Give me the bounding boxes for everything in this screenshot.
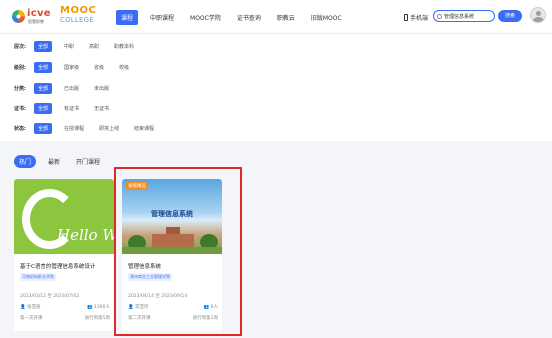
nav-item-old-mooc[interactable]: 旧版MOOC (307, 10, 346, 25)
avatar-body-icon (533, 17, 544, 22)
filter-option[interactable]: 有证书 (61, 103, 82, 114)
filter-row-level: 层次: 全部 中职 高职 职教本科 (14, 41, 146, 52)
filter-option[interactable]: 省级 (91, 62, 107, 73)
filter-panel: 层次: 全部 中职 高职 职教本科 级别: 全部 国家级 省级 校级 分类: 全… (0, 33, 552, 141)
filter-option[interactable]: 中职 (61, 41, 77, 52)
filter-option[interactable]: 全部 (34, 123, 53, 134)
mobile-link[interactable]: 手机端 (404, 13, 428, 22)
filter-label: 分类: (14, 86, 26, 92)
school-tag: 河南机电职业学院 (20, 273, 56, 281)
filter-label: 级别: (14, 65, 26, 71)
user-avatar[interactable] (530, 7, 546, 23)
filter-row-status: 状态: 全部 在授课程 即将上线 结束课程 (14, 123, 166, 134)
nav-item-certificate-query[interactable]: 证书查询 (233, 10, 265, 25)
nav-item-secondary-courses[interactable]: 中职课程 (146, 10, 178, 25)
filter-label: 证书: (14, 106, 26, 112)
filter-row-category: 分类: 全部 已出版 未出版 (14, 83, 121, 94)
nav-item-courses[interactable]: 课程 (116, 10, 139, 25)
filter-option[interactable]: 全部 (34, 62, 53, 73)
search-box (433, 10, 495, 22)
filter-option[interactable]: 在授课程 (61, 123, 87, 134)
avatar-head-icon (536, 11, 541, 16)
mobile-label: 手机端 (410, 15, 429, 22)
flower-logo-icon (12, 10, 25, 23)
filter-option[interactable]: 即将上线 (96, 123, 122, 134)
course-progress: 进行到第5周 (84, 316, 110, 321)
thumbnail-text: Hello Wo (57, 226, 114, 244)
nav-item-mooc-college[interactable]: MOOC学院 (186, 10, 225, 25)
nav-item-zhijiao-cloud[interactable]: 职教云 (273, 10, 299, 25)
icve-logo[interactable]: icve 智慧职教 (12, 8, 54, 26)
search-button[interactable]: 搜索 (498, 10, 522, 22)
filter-option[interactable]: 职教本科 (111, 41, 137, 52)
top-bar: icve 智慧职教 MOOC COLLEGE 课程 中职课程 MOOC学院 证书… (0, 0, 552, 33)
filter-option[interactable]: 全部 (34, 41, 53, 52)
mooc-college-logo[interactable]: MOOC COLLEGE (60, 6, 96, 26)
course-title[interactable]: 基于C语言的管理信息系统设计 (20, 262, 112, 270)
enrollment-value: 1390人 (94, 305, 110, 310)
filter-option[interactable]: 高职 (86, 41, 102, 52)
filter-option[interactable]: 无证书 (91, 103, 112, 114)
mooc-logo-text: MOOC (60, 5, 97, 16)
search-input[interactable] (444, 13, 489, 19)
course-card[interactable]: Hello Wo 基于C语言的管理信息系统设计 河南机电职业学院 2023/03… (14, 179, 114, 331)
filter-label: 状态: (14, 126, 26, 132)
course-term: 第一次开课 (20, 316, 43, 321)
enrollment-count: 👥 1390人 (87, 305, 110, 310)
tab-open-courses[interactable]: 开门课程 (72, 155, 104, 168)
phone-icon (404, 14, 408, 21)
course-thumbnail[interactable]: Hello Wo (14, 179, 114, 254)
college-logo-text: COLLEGE (60, 16, 94, 24)
teacher: 👤 张亚丽 (20, 305, 41, 310)
teacher-name: 张亚丽 (27, 305, 41, 310)
filter-row-certificate: 证书: 全部 有证书 无证书 (14, 103, 121, 114)
course-dates: 2023/03/12 至 2023/07/02 (20, 294, 80, 299)
sort-tabs: 热门 最新 开门课程 (14, 155, 112, 168)
filter-option[interactable]: 全部 (34, 103, 53, 114)
filter-option[interactable]: 结束课程 (131, 123, 157, 134)
tab-newest[interactable]: 最新 (44, 155, 64, 168)
filter-option[interactable]: 国家级 (61, 62, 82, 73)
filter-label: 层次: (14, 44, 26, 50)
filter-option[interactable]: 已出版 (61, 83, 82, 94)
tab-hot[interactable]: 热门 (14, 155, 37, 168)
highlight-box (114, 167, 242, 336)
filter-option[interactable]: 全部 (34, 83, 53, 94)
filter-option[interactable]: 未出版 (91, 83, 112, 94)
filter-row-grade: 级别: 全部 国家级 省级 校级 (14, 62, 141, 73)
main-nav: 课程 中职课程 MOOC学院 证书查询 职教云 旧版MOOC (116, 10, 354, 25)
search-icon (437, 13, 442, 19)
icve-logo-subtext: 智慧职教 (28, 19, 44, 24)
filter-option[interactable]: 校级 (116, 62, 132, 73)
icve-logo-text: icve (27, 8, 51, 19)
